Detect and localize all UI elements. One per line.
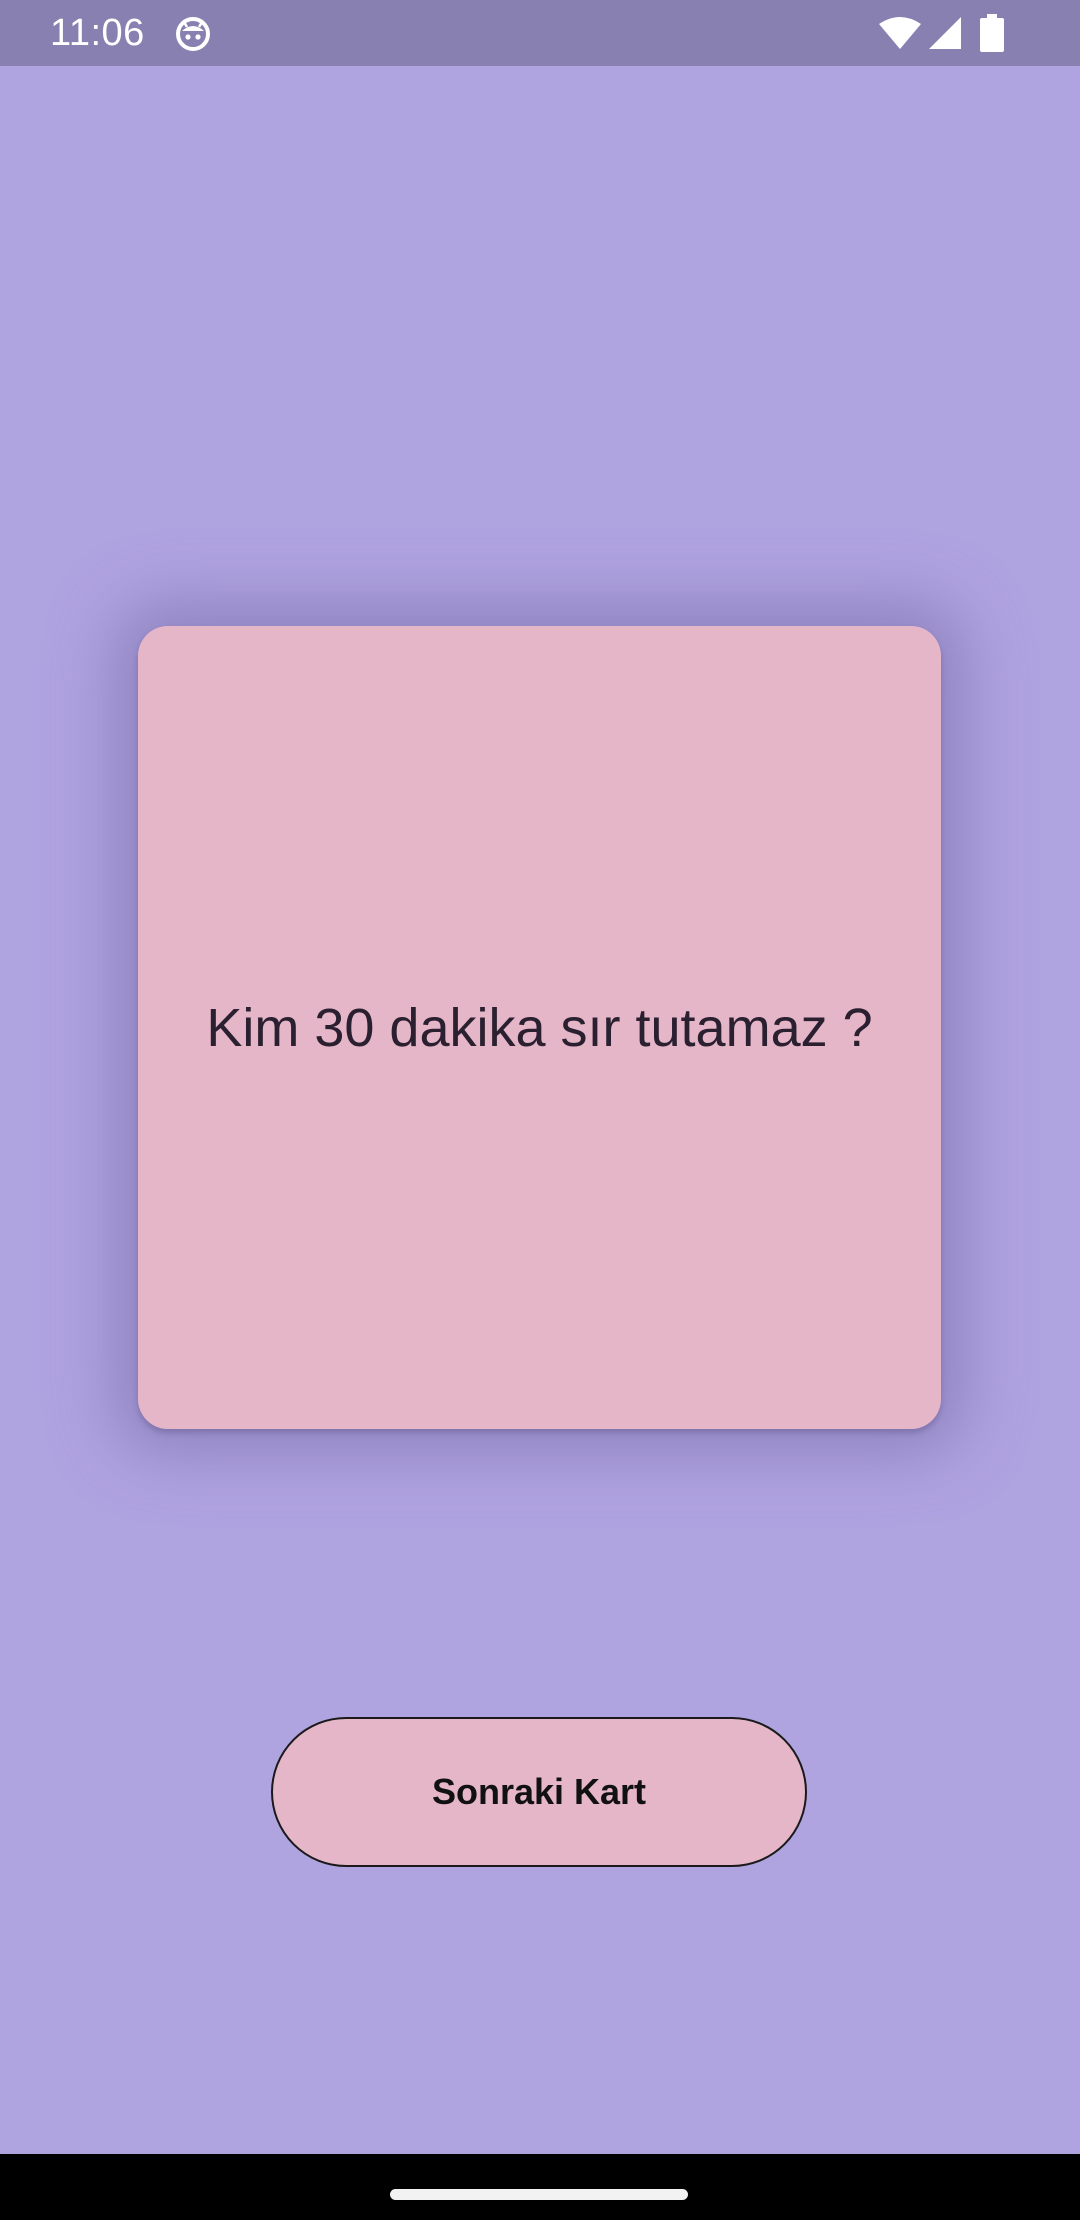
navigation-bar bbox=[0, 2154, 1080, 2220]
signal-icon bbox=[929, 17, 961, 49]
question-text: Kim 30 dakika sır tutamaz ? bbox=[206, 997, 873, 1058]
wifi-icon bbox=[879, 17, 921, 49]
question-card: Kim 30 dakika sır tutamaz ? bbox=[138, 626, 941, 1429]
status-time: 11:06 bbox=[50, 12, 145, 54]
home-gesture-handle[interactable] bbox=[390, 2189, 688, 2200]
next-card-button-label: Sonraki Kart bbox=[431, 1771, 647, 1812]
next-card-button[interactable]: Sonraki Kart bbox=[271, 1717, 807, 1867]
battery-icon bbox=[980, 14, 1004, 52]
status-bar: 11:06 bbox=[0, 0, 1080, 66]
android-face-icon bbox=[176, 17, 210, 51]
